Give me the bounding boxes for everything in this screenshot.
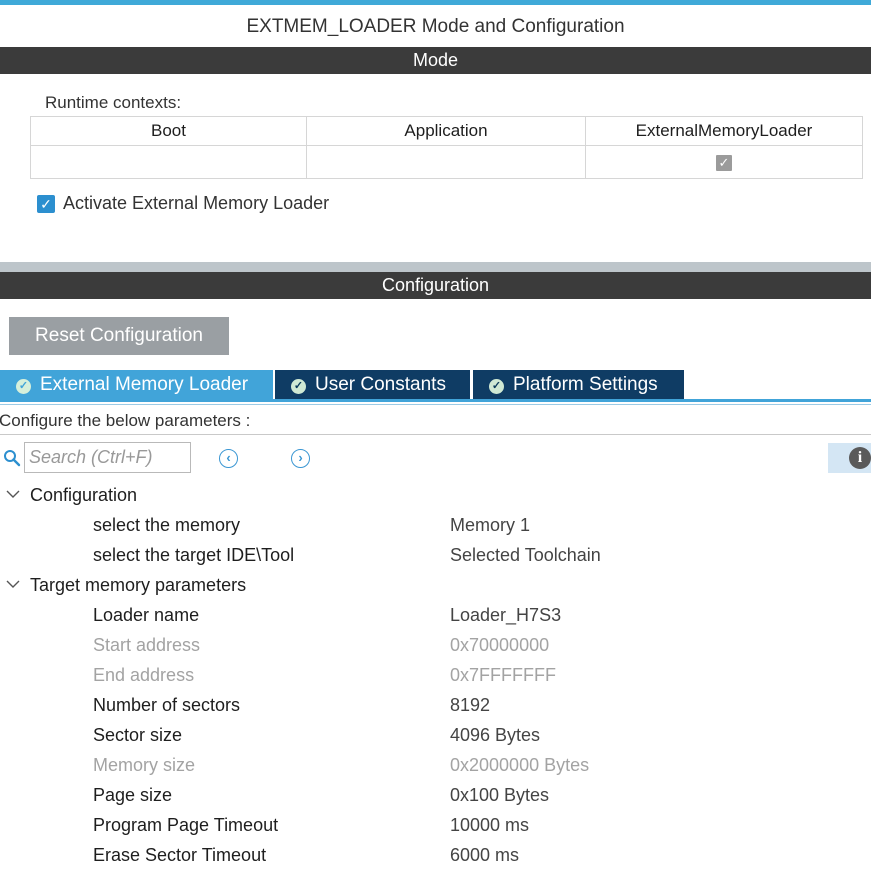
param-value[interactable]: 0x100 Bytes (450, 785, 549, 806)
info-icon[interactable]: i (849, 447, 871, 469)
param-name: select the memory (93, 515, 241, 535)
tab-underline-secondary (0, 404, 871, 405)
param-value[interactable]: Memory 1 (450, 515, 530, 536)
param-name: select the target IDE\Tool (93, 545, 295, 565)
param-value: 0x7FFFFFFF (450, 665, 556, 685)
runtime-contexts-label: Runtime contexts: (45, 93, 182, 112)
param-row: End address 0x7FFFFFFF (0, 661, 871, 691)
param-name: Memory size (93, 755, 196, 775)
divider (0, 434, 871, 435)
context-header-application: Application (306, 116, 586, 146)
tab-underline (0, 399, 871, 402)
tab-label: User Constants (315, 374, 446, 395)
group-label: Target memory parameters (30, 575, 247, 595)
check-circle-icon: ✓ (291, 379, 306, 394)
param-name: End address (93, 665, 195, 685)
activate-loader-label[interactable]: Activate External Memory Loader (63, 193, 329, 214)
param-value[interactable]: Loader_H7S3 (450, 605, 561, 626)
context-header-boot: Boot (30, 116, 307, 146)
param-row[interactable]: Loader name Loader_H7S3 (0, 601, 871, 631)
tab-external-memory-loader[interactable]: ✓ External Memory Loader (0, 370, 273, 399)
param-name: Erase Sector Timeout (93, 845, 267, 865)
check-circle-icon: ✓ (16, 379, 31, 394)
tab-label: External Memory Loader (40, 374, 249, 395)
section-divider (0, 262, 871, 272)
group-label: Configuration (30, 485, 138, 505)
param-row[interactable]: select the target IDE\Tool Selected Tool… (0, 541, 871, 571)
param-row: Start address 0x70000000 (0, 631, 871, 661)
param-value[interactable]: 8192 (450, 695, 490, 716)
group-configuration[interactable]: Configuration (0, 481, 871, 511)
context-header-external-memory-loader: ExternalMemoryLoader (585, 116, 863, 146)
param-row[interactable]: Program Page Timeout 10000 ms (0, 811, 871, 841)
previous-match-icon[interactable]: ‹ (219, 449, 238, 468)
param-name: Number of sectors (93, 695, 241, 715)
param-name: Sector size (93, 725, 183, 745)
param-value[interactable]: 4096 Bytes (450, 725, 540, 746)
context-checked-checkbox[interactable]: ✓ (716, 155, 732, 171)
context-cell-external-memory-loader[interactable]: ✓ (585, 145, 863, 179)
configure-hint: Configure the below parameters : (0, 411, 251, 430)
param-value[interactable]: Selected Toolchain (450, 545, 601, 566)
param-name: Start address (93, 635, 201, 655)
group-target-memory-parameters[interactable]: Target memory parameters (0, 571, 871, 601)
chevron-down-icon[interactable] (6, 577, 20, 591)
param-value[interactable]: 10000 ms (450, 815, 529, 836)
search-input[interactable] (24, 442, 191, 473)
reset-configuration-button[interactable]: Reset Configuration (9, 317, 229, 355)
param-name: Program Page Timeout (93, 815, 279, 835)
param-row[interactable]: Sector size 4096 Bytes (0, 721, 871, 751)
mode-section-header: Mode (0, 47, 871, 74)
tab-user-constants[interactable]: ✓ User Constants (275, 370, 470, 399)
context-cell-application[interactable] (306, 145, 586, 179)
context-cell-boot[interactable] (30, 145, 307, 179)
param-row[interactable]: Page size 0x100 Bytes (0, 781, 871, 811)
search-icon[interactable] (3, 449, 21, 467)
param-value: 0x2000000 Bytes (450, 755, 590, 775)
next-match-icon[interactable]: › (291, 449, 310, 468)
param-row: Memory size 0x2000000 Bytes (0, 751, 871, 781)
param-row[interactable]: Erase Sector Timeout 6000 ms (0, 841, 871, 871)
param-name: Page size (93, 785, 173, 805)
param-name: Loader name (93, 605, 200, 625)
check-circle-icon: ✓ (489, 379, 504, 394)
param-row[interactable]: select the memory Memory 1 (0, 511, 871, 541)
tab-platform-settings[interactable]: ✓ Platform Settings (473, 370, 684, 399)
tab-label: Platform Settings (513, 374, 658, 395)
chevron-down-icon[interactable] (6, 487, 20, 501)
param-row[interactable]: Number of sectors 8192 (0, 691, 871, 721)
param-value: 0x70000000 (450, 635, 550, 655)
runtime-contexts-table: Boot Application ExternalMemoryLoader ✓ (30, 116, 863, 179)
param-value[interactable]: 6000 ms (450, 845, 519, 866)
window-title: EXTMEM_LOADER Mode and Configuration (246, 16, 625, 37)
activate-loader-checkbox[interactable]: ✓ (37, 195, 55, 213)
configuration-section-header: Configuration (0, 272, 871, 299)
